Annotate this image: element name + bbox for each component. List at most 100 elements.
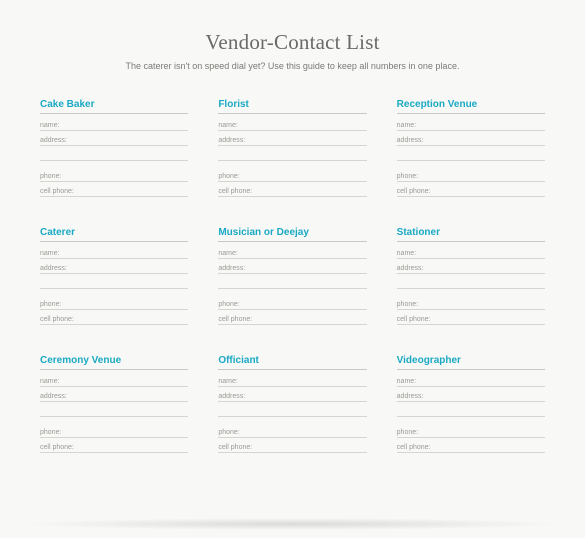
field-label: phone: <box>397 429 418 437</box>
field-label: cell phone: <box>40 316 74 324</box>
field-row-cellphone[interactable]: cell phone: <box>397 312 545 325</box>
vendor-title: Officiant <box>218 355 366 370</box>
field-row-address-2[interactable]: . <box>218 148 366 161</box>
vendor-grid: Cake Baker name: address: . phone: cell … <box>40 99 545 455</box>
vendor-card: Stationer name: address: . phone: cell p… <box>397 227 545 327</box>
field-label: name: <box>218 378 237 386</box>
field-label: phone: <box>218 173 239 181</box>
vendor-title: Ceremony Venue <box>40 355 188 370</box>
field-row-phone[interactable]: phone: <box>218 297 366 310</box>
field-label: cell phone: <box>40 444 74 452</box>
vendor-title: Reception Venue <box>397 99 545 114</box>
field-row-address[interactable]: address: <box>40 261 188 274</box>
vendor-title: Videographer <box>397 355 545 370</box>
field-row-cellphone[interactable]: cell phone: <box>397 184 545 197</box>
field-label: phone: <box>397 173 418 181</box>
field-label: cell phone: <box>397 316 431 324</box>
vendor-card: Officiant name: address: . phone: cell p… <box>218 355 366 455</box>
field-label: cell phone: <box>397 444 431 452</box>
field-row-address[interactable]: address: <box>397 133 545 146</box>
vendor-card: Reception Venue name: address: . phone: … <box>397 99 545 199</box>
vendor-card: Cake Baker name: address: . phone: cell … <box>40 99 188 199</box>
field-row-address-2[interactable]: . <box>397 404 545 417</box>
field-label: address: <box>40 137 67 145</box>
field-label: cell phone: <box>218 444 252 452</box>
vendor-card: Videographer name: address: . phone: cel… <box>397 355 545 455</box>
vendor-title: Cake Baker <box>40 99 188 114</box>
field-label: name: <box>218 122 237 130</box>
field-row-cellphone[interactable]: cell phone: <box>218 184 366 197</box>
field-row-phone[interactable]: phone: <box>218 169 366 182</box>
field-label: name: <box>40 378 59 386</box>
field-label: cell phone: <box>40 188 74 196</box>
field-row-cellphone[interactable]: cell phone: <box>218 312 366 325</box>
field-label: phone: <box>40 429 61 437</box>
field-row-address[interactable]: address: <box>397 261 545 274</box>
field-row-phone[interactable]: phone: <box>40 169 188 182</box>
field-row-address-2[interactable]: . <box>40 404 188 417</box>
field-label: phone: <box>40 301 61 309</box>
field-row-address[interactable]: address: <box>40 389 188 402</box>
field-row-address[interactable]: address: <box>218 261 366 274</box>
vendor-title: Stationer <box>397 227 545 242</box>
field-row-phone[interactable]: phone: <box>397 169 545 182</box>
field-label: address: <box>40 265 67 273</box>
field-row-name[interactable]: name: <box>397 374 545 387</box>
page-shadow <box>20 518 565 530</box>
field-row-cellphone[interactable]: cell phone: <box>40 184 188 197</box>
field-label: address: <box>397 265 424 273</box>
document-page: Vendor-Contact List The caterer isn't on… <box>0 0 585 538</box>
field-row-address[interactable]: address: <box>40 133 188 146</box>
field-row-address[interactable]: address: <box>218 389 366 402</box>
field-label: phone: <box>40 173 61 181</box>
field-row-address-2[interactable]: . <box>218 276 366 289</box>
field-label: name: <box>218 250 237 258</box>
field-row-address-2[interactable]: . <box>40 148 188 161</box>
field-label: phone: <box>218 301 239 309</box>
field-row-name[interactable]: name: <box>40 246 188 259</box>
field-label: name: <box>397 122 416 130</box>
field-row-address-2[interactable]: . <box>397 148 545 161</box>
field-label: phone: <box>397 301 418 309</box>
field-row-name[interactable]: name: <box>397 118 545 131</box>
field-row-name[interactable]: name: <box>40 374 188 387</box>
field-label: address: <box>218 393 245 401</box>
vendor-card: Florist name: address: . phone: cell pho… <box>218 99 366 199</box>
field-row-name[interactable]: name: <box>397 246 545 259</box>
vendor-card: Musician or Deejay name: address: . phon… <box>218 227 366 327</box>
field-row-cellphone[interactable]: cell phone: <box>397 440 545 453</box>
page-title: Vendor-Contact List <box>40 30 545 55</box>
vendor-title: Florist <box>218 99 366 114</box>
field-row-phone[interactable]: phone: <box>218 425 366 438</box>
field-label: cell phone: <box>397 188 431 196</box>
field-row-address-2[interactable]: . <box>397 276 545 289</box>
field-label: address: <box>40 393 67 401</box>
vendor-title: Musician or Deejay <box>218 227 366 242</box>
field-label: name: <box>40 122 59 130</box>
field-row-cellphone[interactable]: cell phone: <box>218 440 366 453</box>
field-row-name[interactable]: name: <box>218 374 366 387</box>
field-row-phone[interactable]: phone: <box>397 425 545 438</box>
field-row-address-2[interactable]: . <box>218 404 366 417</box>
field-row-phone[interactable]: phone: <box>397 297 545 310</box>
field-label: phone: <box>218 429 239 437</box>
field-row-phone[interactable]: phone: <box>40 297 188 310</box>
field-label: cell phone: <box>218 316 252 324</box>
vendor-title: Caterer <box>40 227 188 242</box>
field-label: cell phone: <box>218 188 252 196</box>
field-row-cellphone[interactable]: cell phone: <box>40 440 188 453</box>
field-row-cellphone[interactable]: cell phone: <box>40 312 188 325</box>
field-row-address-2[interactable]: . <box>40 276 188 289</box>
field-label: address: <box>218 137 245 145</box>
vendor-card: Ceremony Venue name: address: . phone: c… <box>40 355 188 455</box>
vendor-card: Caterer name: address: . phone: cell pho… <box>40 227 188 327</box>
field-row-name[interactable]: name: <box>218 246 366 259</box>
field-row-name[interactable]: name: <box>218 118 366 131</box>
field-row-phone[interactable]: phone: <box>40 425 188 438</box>
field-label: name: <box>397 378 416 386</box>
field-label: address: <box>397 393 424 401</box>
field-row-address[interactable]: address: <box>397 389 545 402</box>
field-row-address[interactable]: address: <box>218 133 366 146</box>
field-row-name[interactable]: name: <box>40 118 188 131</box>
page-subtitle: The caterer isn't on speed dial yet? Use… <box>40 61 545 71</box>
